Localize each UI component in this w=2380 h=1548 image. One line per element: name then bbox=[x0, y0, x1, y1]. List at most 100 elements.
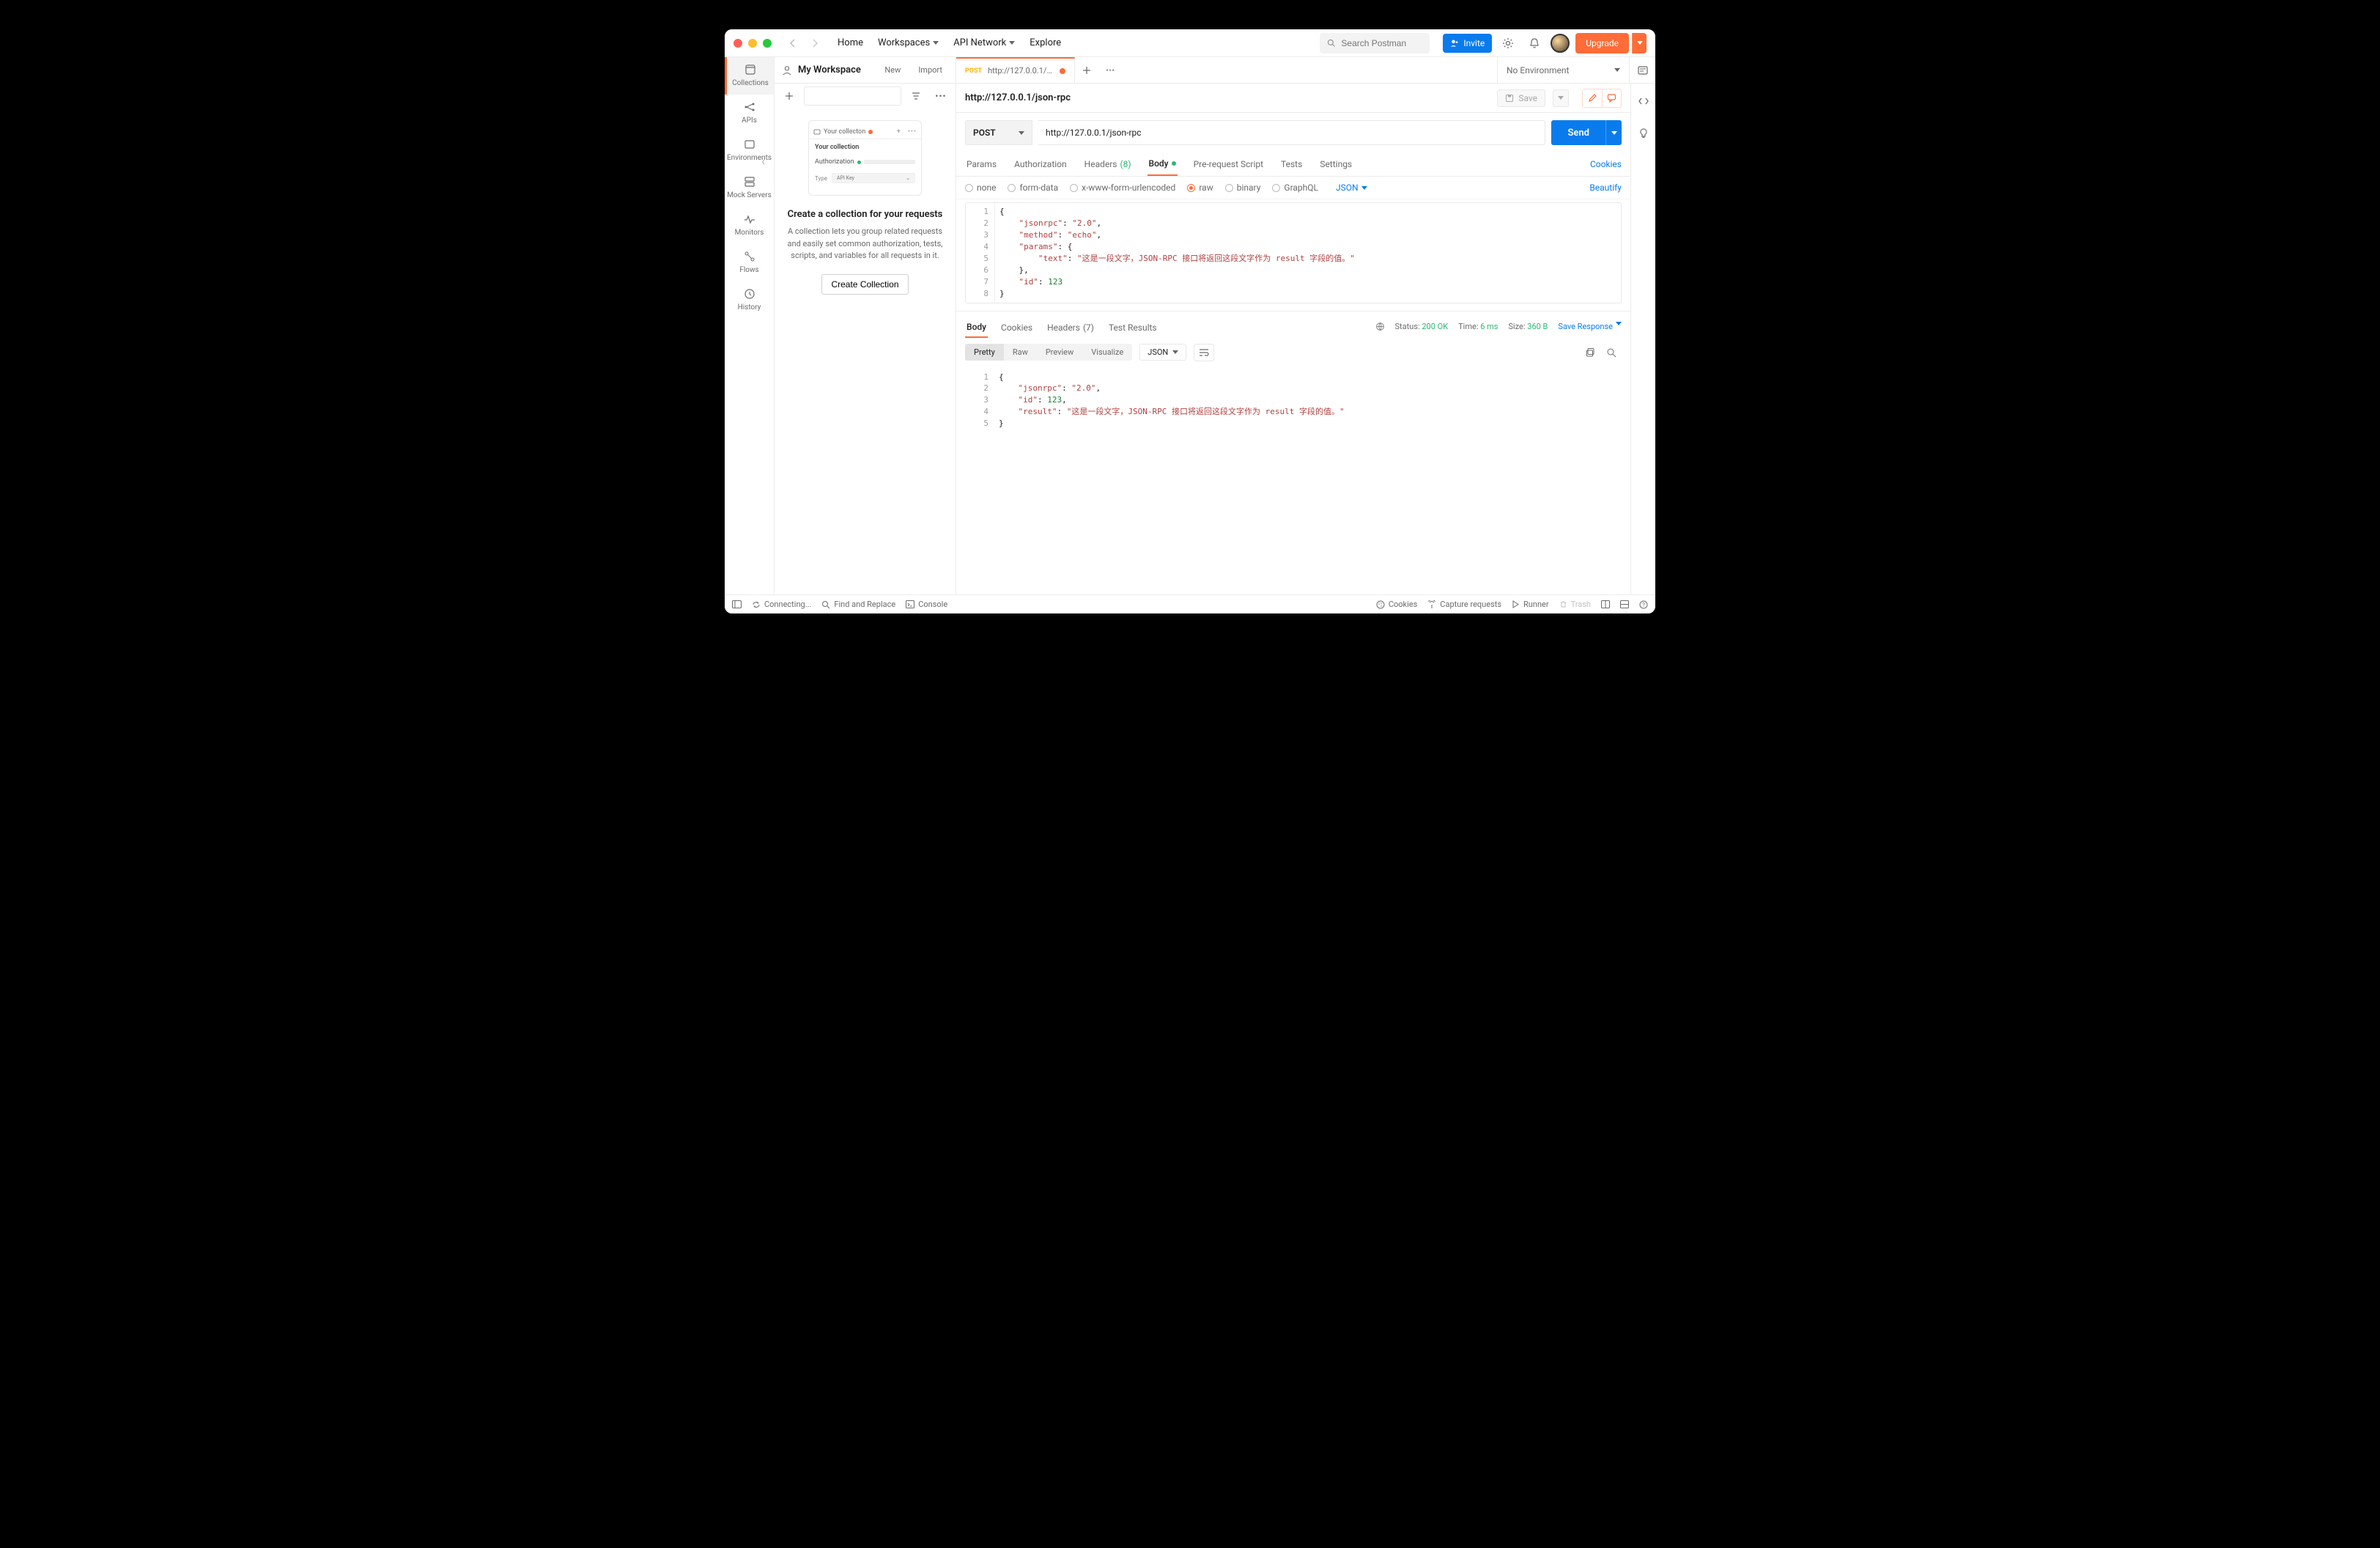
wrap-icon bbox=[1199, 348, 1209, 357]
body-format-dropdown[interactable]: JSON bbox=[1336, 183, 1367, 193]
resp-tab-cookies[interactable]: Cookies bbox=[999, 317, 1034, 337]
response-body-viewer[interactable]: 12345 { "jsonrpc": "2.0", "id": 123, "re… bbox=[965, 369, 1622, 589]
sidebar-filter-button[interactable] bbox=[906, 86, 926, 106]
global-search[interactable] bbox=[1320, 33, 1430, 54]
sync-status[interactable]: Connecting... bbox=[752, 600, 811, 609]
upgrade-dropdown[interactable] bbox=[1632, 33, 1647, 54]
resp-tab-body[interactable]: Body bbox=[965, 316, 988, 338]
tab-prerequest[interactable]: Pre-request Script bbox=[1192, 153, 1265, 175]
edit-button[interactable] bbox=[1583, 89, 1602, 107]
view-pretty[interactable]: Pretty bbox=[965, 344, 1004, 361]
rail-apis[interactable]: APIs bbox=[725, 95, 774, 132]
sidebar-toggle-button[interactable] bbox=[732, 600, 742, 608]
runner-button[interactable]: Runner bbox=[1512, 600, 1549, 609]
close-window-button[interactable] bbox=[733, 39, 742, 48]
settings-button[interactable] bbox=[1498, 33, 1518, 54]
view-raw[interactable]: Raw bbox=[1004, 344, 1037, 361]
play-icon bbox=[1512, 600, 1520, 608]
save-response-dropdown[interactable]: Save Response bbox=[1558, 322, 1622, 331]
request-title[interactable]: http://127.0.0.1/json-rpc bbox=[965, 92, 1490, 103]
code-snippet-button[interactable] bbox=[1633, 91, 1654, 111]
response-format-dropdown[interactable]: JSON bbox=[1139, 344, 1186, 361]
trash-button[interactable]: Trash bbox=[1559, 600, 1591, 609]
copy-response-button[interactable] bbox=[1581, 342, 1601, 363]
rail-monitors[interactable]: Monitors bbox=[725, 207, 774, 244]
nav-back-button[interactable] bbox=[785, 35, 801, 51]
save-button[interactable]: Save bbox=[1497, 89, 1545, 107]
url-input[interactable]: http://127.0.0.1/json-rpc bbox=[1038, 120, 1545, 145]
filter-input[interactable] bbox=[804, 86, 901, 106]
layout-toggle-button[interactable] bbox=[1620, 600, 1629, 609]
send-button[interactable]: Send bbox=[1551, 120, 1605, 145]
preview-title: Your collection bbox=[809, 139, 921, 155]
invite-button[interactable]: Invite bbox=[1443, 34, 1492, 53]
environments-icon bbox=[743, 138, 756, 151]
resp-tab-headers[interactable]: Headers (7) bbox=[1046, 317, 1095, 337]
view-visualize[interactable]: Visualize bbox=[1082, 344, 1132, 361]
maximize-window-button[interactable] bbox=[763, 39, 772, 48]
send-dropdown[interactable] bbox=[1605, 120, 1622, 145]
rail-environments[interactable]: Environments bbox=[725, 132, 774, 169]
info-button[interactable] bbox=[1633, 123, 1654, 144]
import-button[interactable]: Import bbox=[912, 63, 948, 77]
tab-body[interactable]: Body bbox=[1148, 152, 1178, 176]
sidebar-more-button[interactable]: ••• bbox=[931, 86, 951, 106]
new-tab-button[interactable] bbox=[1075, 57, 1098, 83]
wrap-lines-button[interactable] bbox=[1194, 344, 1214, 361]
preview-tab: Your collecton + ••• bbox=[809, 125, 921, 139]
tab-params[interactable]: Params bbox=[965, 153, 998, 175]
upgrade-button[interactable]: Upgrade bbox=[1575, 33, 1629, 54]
body-type-urlencoded[interactable]: x-www-form-urlencoded bbox=[1070, 183, 1175, 193]
two-pane-button[interactable] bbox=[1601, 600, 1610, 609]
environment-quicklook[interactable] bbox=[1629, 57, 1655, 83]
rail-mock-servers[interactable]: Mock Servers bbox=[725, 169, 774, 207]
main: POST http://127.0.0.1/json-rp ••• No Env… bbox=[956, 57, 1655, 594]
minimize-window-button[interactable] bbox=[748, 39, 757, 48]
body-type-none[interactable]: none bbox=[965, 183, 996, 193]
tab-settings[interactable]: Settings bbox=[1318, 153, 1353, 175]
view-preview[interactable]: Preview bbox=[1037, 344, 1082, 361]
window-controls bbox=[733, 39, 772, 48]
menu-workspaces[interactable]: Workspaces bbox=[878, 37, 939, 48]
body-type-form-data[interactable]: form-data bbox=[1008, 183, 1058, 193]
add-collection-button[interactable] bbox=[779, 86, 799, 106]
cookies-link[interactable]: Cookies bbox=[1590, 159, 1622, 169]
nav-forward-button[interactable] bbox=[807, 35, 823, 51]
rail-collections[interactable]: Collections bbox=[725, 57, 774, 95]
tab-authorization[interactable]: Authorization bbox=[1013, 153, 1068, 175]
menu-api-network[interactable]: API Network bbox=[953, 37, 1015, 48]
workspace-name[interactable]: My Workspace bbox=[798, 64, 873, 75]
new-button[interactable]: New bbox=[879, 63, 906, 77]
method-dropdown[interactable]: POST bbox=[965, 120, 1032, 145]
rail-flows[interactable]: Flows bbox=[725, 244, 774, 281]
create-collection-button[interactable]: Create Collection bbox=[821, 274, 908, 295]
tab-overflow-button[interactable]: ••• bbox=[1098, 57, 1122, 83]
body-type-binary[interactable]: binary bbox=[1225, 183, 1261, 193]
collapse-sidebar-button[interactable]: ‹ bbox=[761, 154, 765, 169]
panel-icon bbox=[732, 600, 742, 608]
request-tab[interactable]: POST http://127.0.0.1/json-rp bbox=[956, 57, 1075, 83]
search-response-button[interactable] bbox=[1601, 342, 1622, 363]
capture-requests-button[interactable]: Capture requests bbox=[1427, 600, 1501, 609]
help-button[interactable]: ? bbox=[1639, 600, 1648, 609]
tab-headers[interactable]: Headers (8) bbox=[1083, 153, 1133, 175]
menu-explore[interactable]: Explore bbox=[1030, 37, 1061, 48]
cookies-button[interactable]: Cookies bbox=[1376, 600, 1417, 609]
rail-history[interactable]: History bbox=[725, 281, 774, 319]
request-body-editor[interactable]: 12345678 { "jsonrpc": "2.0", "method": "… bbox=[965, 202, 1622, 303]
find-replace-button[interactable]: Find and Replace bbox=[821, 600, 895, 609]
user-avatar[interactable] bbox=[1551, 34, 1570, 53]
comment-button[interactable] bbox=[1602, 89, 1621, 107]
environment-dropdown[interactable]: No Environment bbox=[1497, 57, 1629, 83]
save-dropdown[interactable] bbox=[1553, 89, 1569, 107]
notifications-button[interactable] bbox=[1524, 33, 1545, 54]
search-input[interactable] bbox=[1341, 38, 1422, 48]
menu-home[interactable]: Home bbox=[838, 37, 863, 48]
console-button[interactable]: Console bbox=[906, 600, 947, 609]
beautify-link[interactable]: Beautify bbox=[1589, 183, 1622, 193]
tab-tests[interactable]: Tests bbox=[1279, 153, 1304, 175]
body-type-raw[interactable]: raw bbox=[1187, 183, 1213, 193]
resp-tab-tests[interactable]: Test Results bbox=[1107, 317, 1158, 337]
body-type-graphql[interactable]: GraphQL bbox=[1272, 183, 1318, 193]
chevron-down-icon bbox=[1361, 186, 1367, 190]
